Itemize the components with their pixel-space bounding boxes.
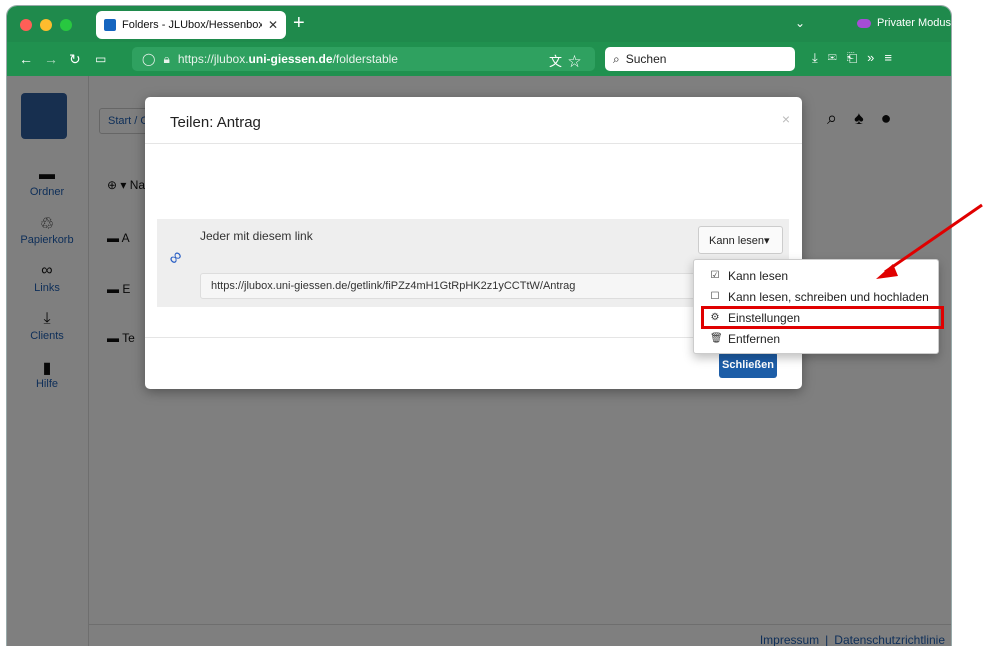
annotation-arrow-icon xyxy=(876,203,983,279)
